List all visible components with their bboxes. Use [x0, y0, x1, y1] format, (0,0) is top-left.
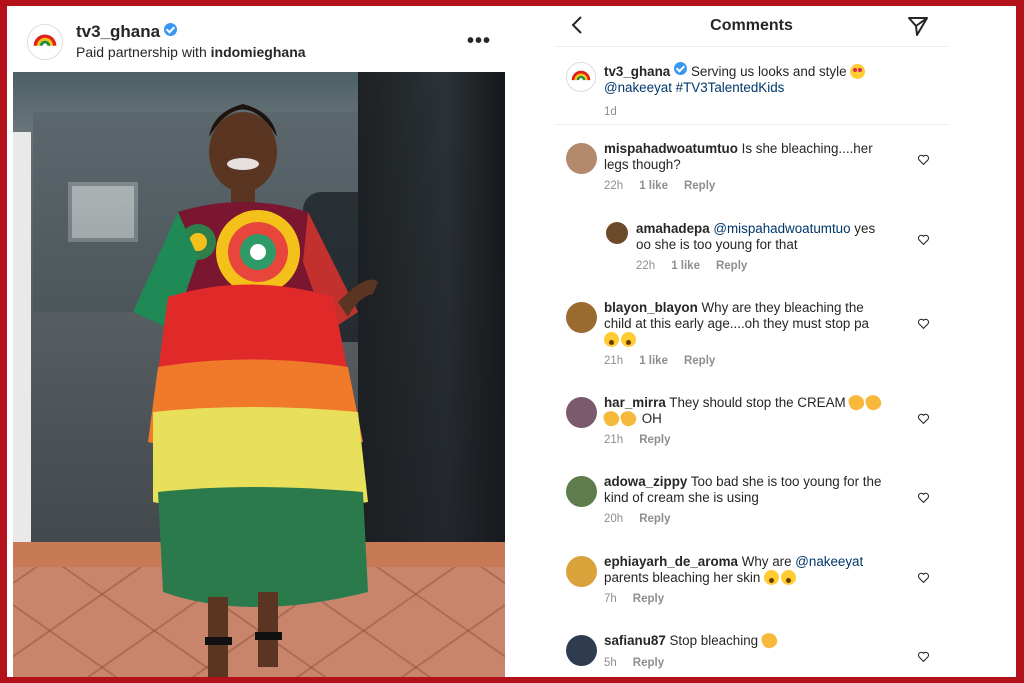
screenshot-frame: tv3_ghana Paid partnership with indomieg…: [7, 6, 1016, 677]
more-icon[interactable]: •••: [467, 30, 491, 53]
send-icon[interactable]: [906, 14, 930, 38]
heart-icon[interactable]: [917, 571, 930, 584]
comment-text: har_mirra They should stop the CREAM OH: [601, 392, 914, 429]
partner-link[interactable]: indomieghana: [211, 44, 306, 60]
tv3-logo-avatar[interactable]: [27, 24, 63, 60]
reply-button[interactable]: Reply: [633, 657, 664, 669]
post-caption: tv3_ghana Serving us looks and style @na…: [554, 47, 949, 125]
clap-emoji: [847, 392, 867, 413]
caption-time: 1d: [604, 106, 617, 118]
caption-avatar[interactable]: [566, 62, 596, 92]
comment-text: ephiayarh_de_aroma Why are @nakeeyat pare…: [604, 554, 864, 585]
avatar[interactable]: [566, 143, 597, 174]
caption-text: tv3_ghana Serving us looks and style @na…: [604, 62, 934, 96]
comment-meta: 5h Reply: [604, 657, 665, 669]
comments-header: Comments: [554, 6, 949, 47]
reply-button[interactable]: Reply: [633, 593, 664, 605]
avatar[interactable]: [566, 302, 597, 333]
astonished-emoji: [781, 570, 797, 585]
post-header: tv3_ghana Paid partnership with indomieg…: [7, 6, 507, 72]
heart-icon[interactable]: [917, 491, 930, 504]
comment-text: adowa_zippy Too bad she is too young for…: [604, 474, 882, 505]
post-photo[interactable]: [13, 72, 505, 677]
comment-text: blayon_blayon Why are they bleaching the…: [604, 300, 914, 348]
comment-text: safianu87 Stop bleaching: [604, 630, 914, 651]
comment-meta: 22h 1 like Reply: [604, 180, 716, 192]
clap-emoji: [864, 392, 884, 413]
caption-username[interactable]: tv3_ghana: [604, 64, 670, 79]
avatar[interactable]: [566, 556, 597, 587]
avatar[interactable]: [566, 397, 597, 428]
comment-meta: 22h 1 like Reply: [636, 260, 748, 272]
comments-panel: Comments tv3_ghana Serving us looks and …: [554, 6, 949, 677]
paid-partnership-label: Paid partnership with indomieghana: [76, 44, 306, 60]
reply-button[interactable]: Reply: [639, 434, 670, 446]
post-author[interactable]: tv3_ghana: [76, 22, 178, 42]
avatar[interactable]: [566, 635, 597, 666]
girl-figure: [123, 82, 383, 677]
raised-hands-emoji: [759, 630, 779, 651]
reply-button[interactable]: Reply: [639, 513, 670, 525]
astonished-emoji: [621, 332, 636, 347]
comment-text: mispahadwoatumtuo Is she bleaching....he…: [604, 141, 873, 172]
heart-icon[interactable]: [917, 153, 930, 166]
heart-icon[interactable]: [917, 412, 930, 425]
reply-button[interactable]: Reply: [716, 260, 747, 272]
avatar[interactable]: [566, 476, 597, 507]
clap-emoji: [618, 408, 639, 429]
comment-meta: 21h Reply: [604, 434, 671, 446]
astonished-emoji: [764, 570, 780, 585]
heart-icon[interactable]: [917, 233, 930, 246]
heart-icon[interactable]: [917, 317, 930, 330]
clap-emoji: [601, 408, 622, 429]
verified-icon: [674, 62, 688, 75]
comment-meta: 7h Reply: [604, 593, 665, 605]
reply-button[interactable]: Reply: [684, 355, 715, 367]
caption-mentions[interactable]: @nakeeyat #TV3TalentedKids: [604, 80, 784, 95]
comment-text: amahadepa @mispahadwoatumtuo yes oo she i…: [636, 221, 876, 252]
avatar[interactable]: [606, 222, 628, 244]
verified-icon: [164, 23, 178, 36]
heart-eyes-emoji: [850, 64, 866, 79]
comments-title: Comments: [710, 17, 793, 34]
comment-meta: 21h 1 like Reply: [604, 355, 716, 367]
reply-button[interactable]: Reply: [684, 180, 715, 192]
comment-meta: 20h Reply: [604, 513, 671, 525]
heart-icon[interactable]: [917, 650, 930, 663]
astonished-emoji: [604, 332, 619, 347]
